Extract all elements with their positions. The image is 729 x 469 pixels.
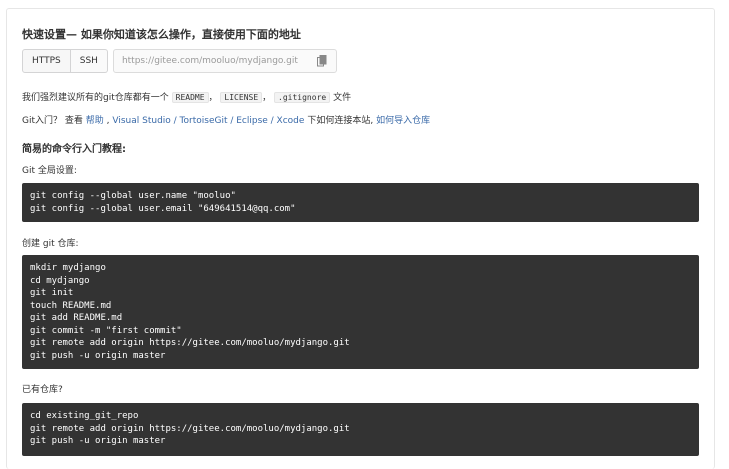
ssh-button[interactable]: SSH: [70, 49, 108, 73]
clone-url-bar: HTTPS SSH https://gitee.com/mooluo/mydja…: [22, 49, 337, 73]
readme-recommendation: 我们强烈建议所有的git仓库都有一个 README， LICENSE， .git…: [22, 90, 351, 103]
existing-repo-code: cd existing_git_repo git remote add orig…: [22, 403, 699, 456]
help-comma: ,: [106, 116, 110, 126]
gitignore-filename: .gitignore: [274, 92, 331, 103]
code-line: cd existing_git_repo: [30, 411, 139, 421]
code-line: cd mydjango: [30, 275, 90, 286]
help-middle: 下如何连接本站,: [307, 116, 374, 126]
clients-link[interactable]: Visual Studio / TortoiseGit / Eclipse / …: [112, 116, 304, 126]
code-line: mkdir mydjango: [30, 263, 106, 273]
import-repo-link[interactable]: 如何导入仓库: [376, 116, 430, 126]
create-repo-label: 创建 git 仓库:: [22, 239, 79, 249]
code-line: git add README.md: [30, 313, 123, 323]
separator-2: ，: [262, 93, 272, 103]
repo-url-text[interactable]: https://gitee.com/mooluo/mydjango.git: [122, 50, 298, 72]
code-line: git push -u origin master: [30, 436, 166, 446]
code-line: touch README.md: [30, 300, 112, 311]
git-help-line: Git入门？ 查看 帮助 , Visual Studio / TortoiseG…: [22, 113, 430, 126]
code-line: git init: [30, 288, 74, 298]
recommend-suffix: 文件: [333, 93, 352, 103]
code-line: git config --global user.name "mooluo": [30, 191, 236, 201]
copy-icon[interactable]: [316, 55, 327, 67]
global-settings-code: git config --global user.name "mooluo" g…: [22, 183, 699, 222]
quick-setup-title: 快速设置— 如果你知道该怎么操作，直接使用下面的地址: [22, 28, 301, 41]
license-filename: LICENSE: [220, 92, 263, 103]
recommend-prefix: 我们强烈建议所有的git仓库都有一个: [22, 93, 169, 103]
help-prefix: Git入门？ 查看: [22, 116, 83, 126]
tutorial-heading: 简易的命令行入门教程:: [22, 144, 126, 155]
code-line: git push -u origin master: [30, 350, 166, 361]
existing-repo-label: 已有仓库?: [22, 385, 63, 395]
quick-setup-panel: 快速设置— 如果你知道该怎么操作，直接使用下面的地址 HTTPS SSH htt…: [6, 8, 715, 469]
code-line: git commit -m "first commit": [30, 325, 182, 336]
create-repo-code: mkdir mydjango cd mydjango git init touc…: [22, 255, 699, 369]
help-link[interactable]: 帮助: [86, 116, 104, 126]
separator-1: ，: [208, 93, 218, 103]
https-button[interactable]: HTTPS: [22, 49, 71, 73]
code-line: git config --global user.email "64964151…: [30, 203, 296, 214]
repo-url-field[interactable]: https://gitee.com/mooluo/mydjango.git: [112, 49, 337, 73]
code-line: git remote add origin https://gitee.com/…: [30, 423, 350, 434]
global-settings-label: Git 全局设置:: [22, 166, 77, 176]
code-line: git remote add origin https://gitee.com/…: [30, 338, 350, 348]
readme-filename: README: [171, 92, 209, 103]
